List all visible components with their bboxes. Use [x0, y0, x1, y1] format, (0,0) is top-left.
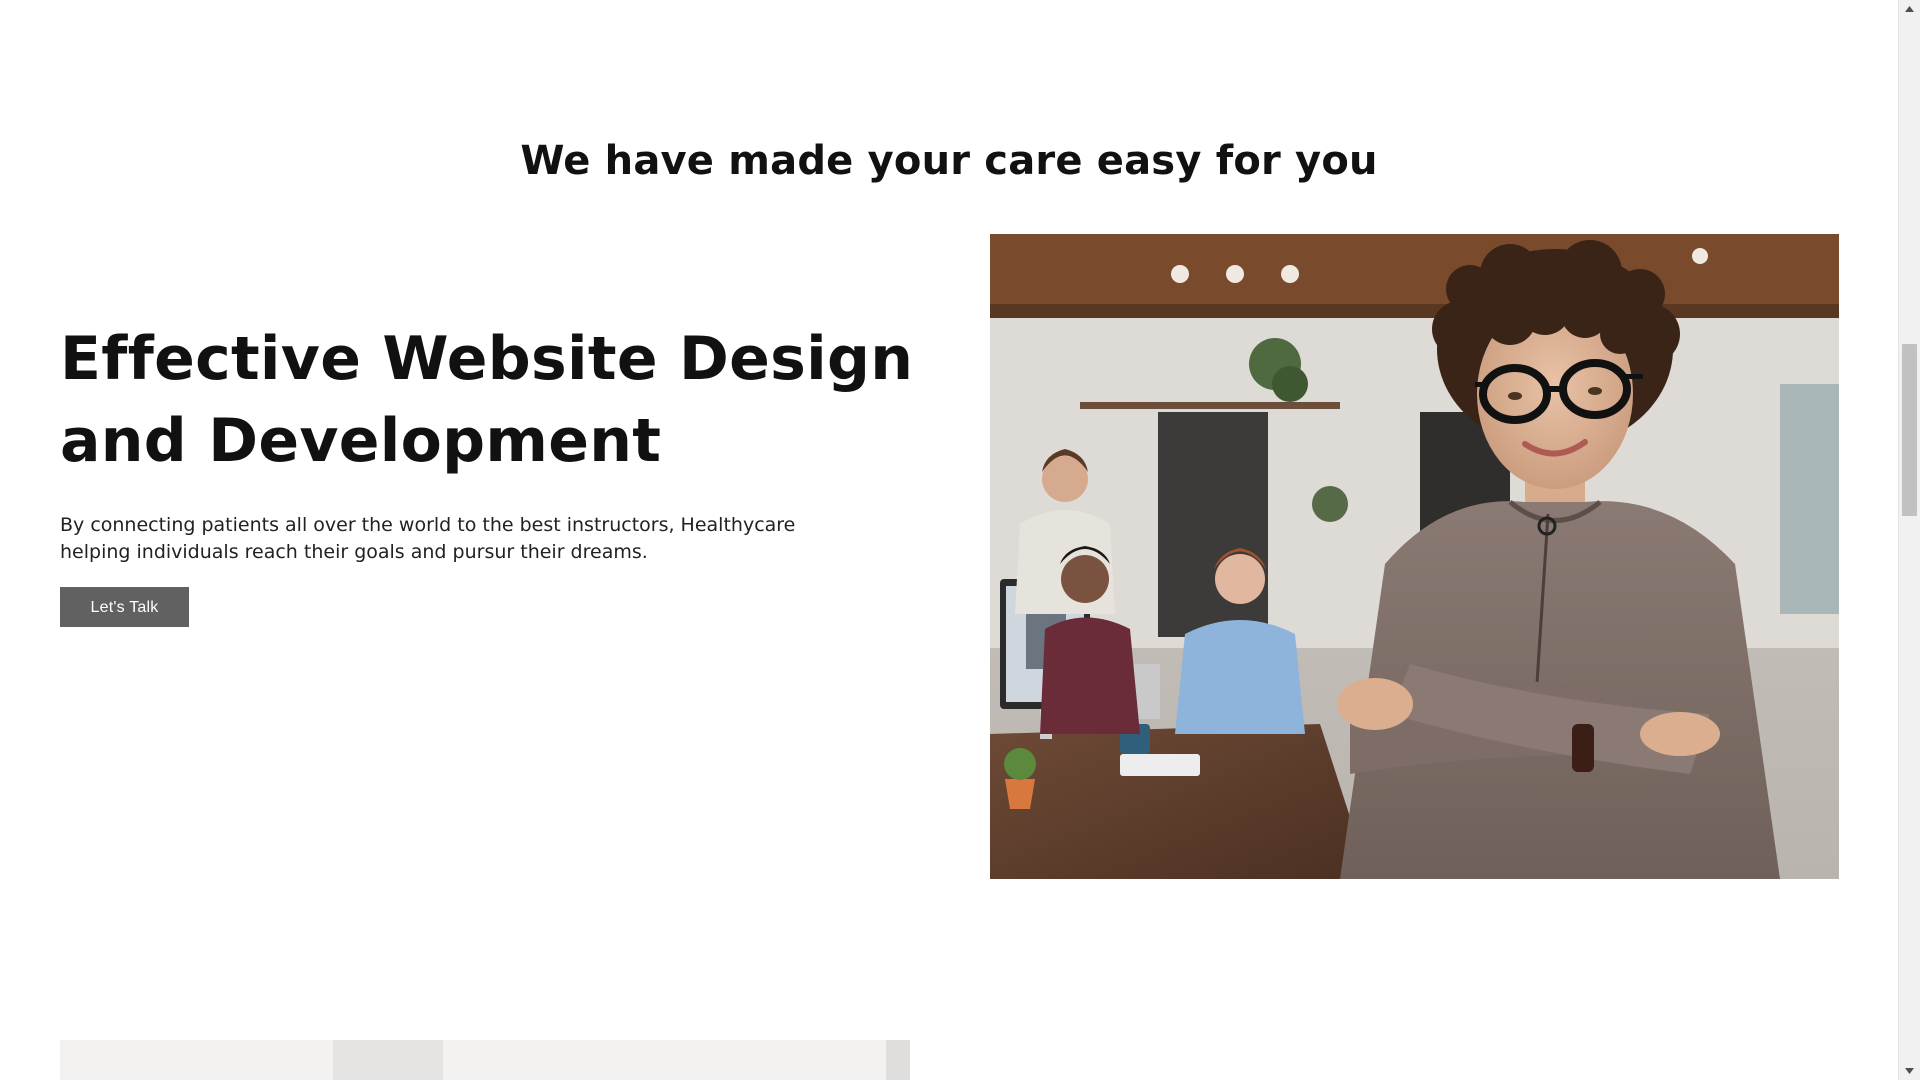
- section-title: We have made your care easy for you: [520, 138, 1378, 184]
- next-section-photo: [60, 1040, 910, 1080]
- next-section-photo-illustration: [60, 1040, 910, 1080]
- triangle-up-icon: [1905, 6, 1914, 12]
- triangle-down-icon: [1905, 1068, 1914, 1074]
- hero-photo-illustration: [990, 234, 1839, 879]
- page: We have made your care easy for you Effe…: [0, 0, 1920, 1080]
- hero-heading: Effective Website Design and Development: [60, 324, 914, 476]
- hero-text-block: Effective Website Design and Development…: [60, 318, 940, 627]
- scroll-down-button[interactable]: [1899, 1062, 1920, 1080]
- hero-description: By connecting patients all over the worl…: [60, 514, 796, 563]
- scroll-up-button[interactable]: [1899, 0, 1920, 18]
- page-content: We have made your care easy for you Effe…: [0, 0, 1898, 1080]
- vertical-scrollbar[interactable]: [1898, 0, 1920, 1080]
- lets-talk-button[interactable]: Let's Talk: [60, 587, 189, 627]
- hero-photo: [990, 234, 1839, 879]
- scrollbar-thumb[interactable]: [1902, 344, 1917, 516]
